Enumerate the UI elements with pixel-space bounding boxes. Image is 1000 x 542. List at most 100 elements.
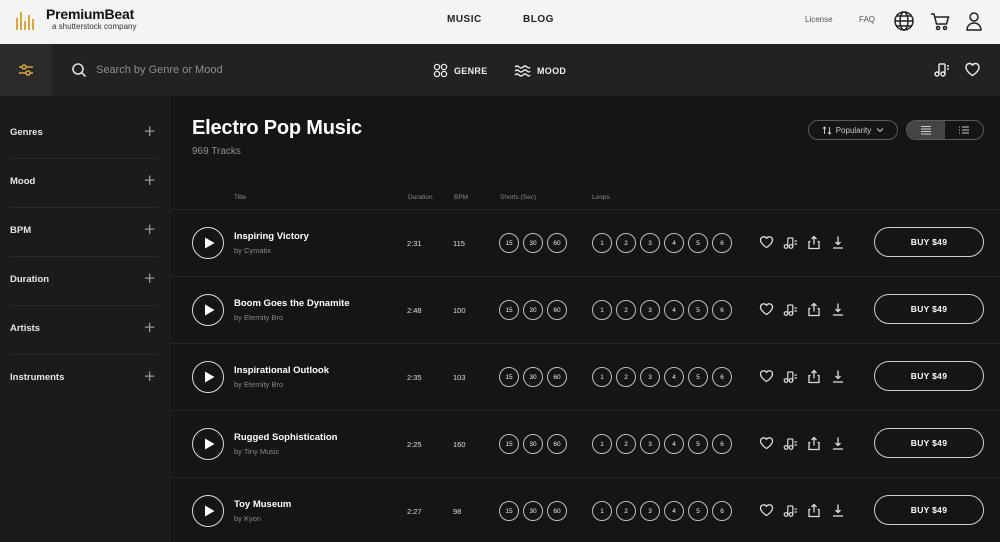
loop-4-button[interactable]: 4 — [664, 233, 684, 253]
filter-toggle-button[interactable] — [0, 44, 52, 96]
loop-1-button[interactable]: 1 — [592, 300, 612, 320]
track-title[interactable]: Inspirational Outlook — [234, 365, 329, 376]
track-row[interactable]: Rugged Sophistication by Tiny Music 2:25 16… — [171, 410, 1000, 477]
loop-4-button[interactable]: 4 — [664, 501, 684, 521]
loop-5-button[interactable]: 5 — [688, 233, 708, 253]
download-icon[interactable] — [831, 503, 845, 523]
buy-button[interactable]: BUY $49 — [874, 428, 984, 458]
similar-tracks-icon[interactable] — [783, 436, 798, 456]
play-button[interactable] — [192, 495, 224, 527]
track-artist[interactable]: by Kyon — [234, 514, 261, 523]
plus-icon[interactable]: + — [143, 318, 156, 336]
similar-tracks-icon[interactable] — [783, 369, 798, 389]
plus-icon[interactable]: + — [143, 367, 156, 385]
short-30-button[interactable]: 30 — [523, 367, 543, 387]
loop-1-button[interactable]: 1 — [592, 367, 612, 387]
track-title[interactable]: Boom Goes the Dynamite — [234, 298, 350, 309]
loop-6-button[interactable]: 6 — [712, 501, 732, 521]
loop-1-button[interactable]: 1 — [592, 434, 612, 454]
loop-3-button[interactable]: 3 — [640, 367, 660, 387]
track-title[interactable]: Inspiring Victory — [234, 231, 309, 242]
globe-icon[interactable] — [893, 10, 915, 32]
play-button[interactable] — [192, 361, 224, 393]
short-30-button[interactable]: 30 — [523, 501, 543, 521]
buy-button[interactable]: BUY $49 — [874, 495, 984, 525]
buy-button[interactable]: BUY $49 — [874, 227, 984, 257]
share-icon[interactable] — [807, 503, 821, 523]
track-row[interactable]: Toy Museum by Kyon 2:27 98 15 30 60 1 2 3 4 5 6 BUY $… — [171, 477, 1000, 542]
plus-icon[interactable]: + — [143, 171, 156, 189]
download-icon[interactable] — [831, 436, 845, 456]
cart-icon[interactable] — [929, 10, 951, 32]
similar-tracks-icon[interactable] — [783, 503, 798, 523]
loop-5-button[interactable]: 5 — [688, 300, 708, 320]
loop-4-button[interactable]: 4 — [664, 300, 684, 320]
nav-music[interactable]: MUSIC — [447, 14, 482, 25]
nav-faq[interactable]: FAQ — [859, 15, 875, 24]
loop-6-button[interactable]: 6 — [712, 367, 732, 387]
short-15-button[interactable]: 15 — [499, 501, 519, 521]
short-15-button[interactable]: 15 — [499, 367, 519, 387]
share-icon[interactable] — [807, 302, 821, 322]
sidebar-item-duration[interactable]: Duration + — [10, 257, 158, 306]
heart-icon[interactable] — [759, 503, 774, 522]
track-row[interactable]: Inspiring Victory by Cymatix 2:31 115 15 30 60… — [171, 209, 1000, 276]
sidebar-item-bpm[interactable]: BPM + — [10, 208, 158, 257]
track-artist[interactable]: by Tiny Music — [234, 447, 279, 456]
loop-6-button[interactable]: 6 — [712, 300, 732, 320]
genre-browse-button[interactable]: GENRE — [433, 63, 488, 78]
favorites-heart-icon[interactable] — [964, 61, 981, 78]
sidebar-item-mood[interactable]: Mood + — [10, 159, 158, 208]
sidebar-item-genres[interactable]: Genres + — [10, 110, 158, 159]
loop-6-button[interactable]: 6 — [712, 233, 732, 253]
mood-browse-button[interactable]: MOOD — [514, 63, 566, 78]
loop-5-button[interactable]: 5 — [688, 367, 708, 387]
short-30-button[interactable]: 30 — [523, 233, 543, 253]
loop-4-button[interactable]: 4 — [664, 434, 684, 454]
loop-2-button[interactable]: 2 — [616, 367, 636, 387]
track-artist[interactable]: by Eternity Bro — [234, 380, 283, 389]
track-artist[interactable]: by Eternity Bro — [234, 313, 283, 322]
track-artist[interactable]: by Cymatix — [234, 246, 271, 255]
loop-2-button[interactable]: 2 — [616, 501, 636, 521]
share-icon[interactable] — [807, 235, 821, 255]
loop-3-button[interactable]: 3 — [640, 233, 660, 253]
similar-tracks-icon[interactable] — [783, 302, 798, 322]
short-15-button[interactable]: 15 — [499, 300, 519, 320]
share-icon[interactable] — [807, 369, 821, 389]
loop-2-button[interactable]: 2 — [616, 233, 636, 253]
play-button[interactable] — [192, 428, 224, 460]
sidebar-item-instruments[interactable]: Instruments + — [10, 355, 158, 404]
nav-blog[interactable]: BLOG — [523, 14, 554, 25]
sort-dropdown[interactable]: Popularity — [808, 120, 898, 140]
loop-1-button[interactable]: 1 — [592, 501, 612, 521]
compact-list-view-button[interactable] — [945, 121, 983, 139]
music-list-icon[interactable] — [933, 61, 950, 78]
plus-icon[interactable]: + — [143, 122, 156, 140]
heart-icon[interactable] — [759, 302, 774, 321]
play-button[interactable] — [192, 227, 224, 259]
nav-license[interactable]: License — [805, 15, 833, 24]
loop-5-button[interactable]: 5 — [688, 434, 708, 454]
buy-button[interactable]: BUY $49 — [874, 294, 984, 324]
plus-icon[interactable]: + — [143, 220, 156, 238]
short-15-button[interactable]: 15 — [499, 233, 519, 253]
similar-tracks-icon[interactable] — [783, 235, 798, 255]
play-button[interactable] — [192, 294, 224, 326]
short-60-button[interactable]: 60 — [547, 300, 567, 320]
sidebar-item-artists[interactable]: Artists + — [10, 306, 158, 355]
short-60-button[interactable]: 60 — [547, 233, 567, 253]
loop-3-button[interactable]: 3 — [640, 501, 660, 521]
short-30-button[interactable]: 30 — [523, 300, 543, 320]
short-60-button[interactable]: 60 — [547, 501, 567, 521]
download-icon[interactable] — [831, 302, 845, 322]
track-title[interactable]: Rugged Sophistication — [234, 432, 337, 443]
download-icon[interactable] — [831, 235, 845, 255]
loop-3-button[interactable]: 3 — [640, 434, 660, 454]
track-row[interactable]: Boom Goes the Dynamite by Eternity Bro 2:4… — [171, 276, 1000, 343]
short-60-button[interactable]: 60 — [547, 367, 567, 387]
loop-2-button[interactable]: 2 — [616, 300, 636, 320]
loop-2-button[interactable]: 2 — [616, 434, 636, 454]
plus-icon[interactable]: + — [143, 269, 156, 287]
download-icon[interactable] — [831, 369, 845, 389]
